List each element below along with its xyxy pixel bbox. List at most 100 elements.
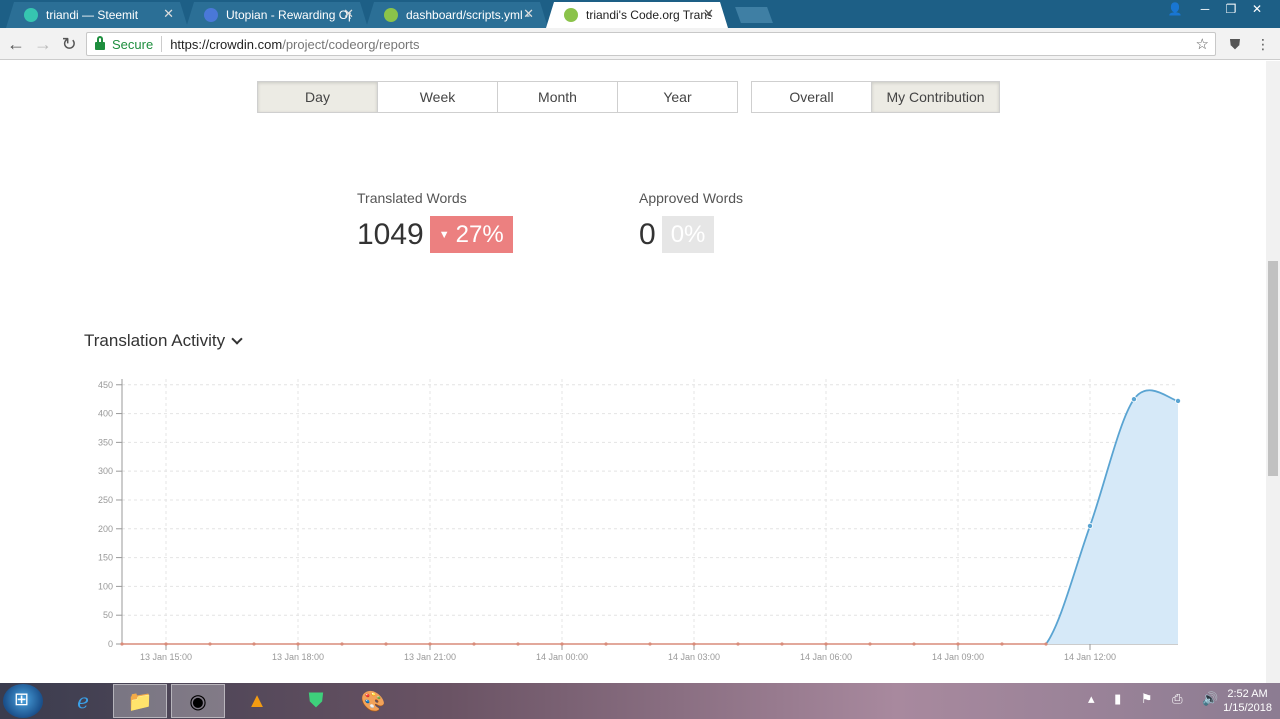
data-point (120, 642, 124, 646)
data-point (956, 642, 960, 646)
x-tick-label: 14 Jan 06:00 (800, 652, 852, 662)
close-icon[interactable]: ✕ (523, 6, 534, 22)
menu-icon[interactable]: ⋮ (1252, 33, 1274, 55)
change-badge: 0% (661, 216, 715, 253)
data-point (648, 642, 652, 646)
data-point (1044, 642, 1048, 646)
url-host: https://crowdin.com (170, 36, 283, 52)
close-icon[interactable]: ✕ (343, 6, 354, 22)
chevron-down-icon (231, 333, 243, 345)
week-button[interactable]: Week (377, 81, 498, 113)
data-point (516, 642, 520, 646)
data-point (164, 642, 168, 646)
overall-button[interactable]: Overall (751, 81, 872, 113)
url-path: /project/codeorg/reports (282, 36, 420, 52)
stat-value: 0 (639, 217, 656, 251)
chrome-icon[interactable]: ◉ (171, 684, 225, 718)
system-tray-icons[interactable]: ▴ ▮ ⚑ ⎙ 🔊 (1088, 691, 1226, 707)
data-point (296, 642, 300, 646)
tab-title: Utopian - Rewarding Op (226, 8, 351, 22)
my-contribution-button[interactable]: My Contribution (871, 81, 1000, 113)
tab-utopian[interactable]: Utopian - Rewarding Op ✕ (186, 2, 368, 28)
day-button[interactable]: Day (257, 81, 378, 113)
utopian-favicon-icon (204, 8, 218, 22)
minimize-icon[interactable]: ─ (1192, 0, 1218, 18)
data-point (384, 642, 388, 646)
x-tick-label: 13 Jan 21:00 (404, 652, 456, 662)
bookmark-star-icon[interactable]: ☆ (1196, 35, 1209, 53)
approved-words-stat: Approved Words 0 0% (639, 190, 743, 253)
vlc-icon[interactable]: ▲ (230, 684, 284, 718)
period-selector: Day Week Month Year (257, 81, 738, 113)
tab-title: triandi — Steemit (46, 8, 139, 22)
translation-activity-chart: 0 50 100 150 200 250 300 350 400 450 13 Jan 15:00 1… (98, 379, 1182, 662)
data-point (1131, 396, 1138, 403)
x-tick-label: 13 Jan 18:00 (272, 652, 324, 662)
y-tick-label: 50 (103, 610, 113, 620)
browser-tab-strip: triandi — Steemit ✕ Utopian - Rewarding … (0, 0, 1280, 28)
shield-app-icon[interactable]: ⛊ (289, 684, 343, 718)
paint-icon[interactable]: 🎨 (346, 684, 400, 718)
month-button[interactable]: Month (497, 81, 618, 113)
internet-explorer-icon[interactable]: ℯ (56, 684, 110, 718)
address-bar[interactable]: Secure https://crowdin.com/project/codeo… (86, 32, 1216, 56)
clock[interactable]: 2:52 AM 1/15/2018 (1223, 687, 1272, 715)
x-tick-label: 14 Jan 00:00 (536, 652, 588, 662)
y-tick-label: 150 (98, 553, 113, 563)
stat-label: Approved Words (639, 190, 744, 206)
y-tick-label: 450 (98, 380, 113, 390)
page-scrollbar[interactable] (1266, 61, 1280, 683)
data-point (692, 642, 696, 646)
data-point (868, 642, 872, 646)
scrollbar-thumb[interactable] (1268, 261, 1278, 476)
close-window-icon[interactable]: ✕ (1244, 0, 1270, 18)
data-point (472, 642, 476, 646)
year-button[interactable]: Year (617, 81, 738, 113)
forward-arrow-icon[interactable]: → (32, 33, 54, 55)
scope-selector: Overall My Contribution (751, 81, 1000, 113)
close-icon[interactable]: ✕ (703, 6, 714, 22)
y-tick-label: 100 (98, 581, 113, 591)
tab-steemit[interactable]: triandi — Steemit ✕ (6, 2, 188, 28)
x-tick-label: 14 Jan 09:00 (932, 652, 984, 662)
y-tick-label: 0 (108, 639, 113, 649)
report-page: Day Week Month Year Overall My Contribut… (0, 61, 1266, 683)
clock-date: 1/15/2018 (1223, 702, 1272, 714)
user-profile-icon[interactable]: 👤 (1162, 0, 1188, 18)
clock-time: 2:52 AM (1227, 688, 1268, 700)
change-value: 27% (455, 220, 504, 248)
data-point (560, 642, 564, 646)
browser-toolbar: ← → ↻ Secure https://crowdin.com/project… (0, 28, 1280, 60)
data-point (252, 642, 256, 646)
maximize-icon[interactable]: ❐ (1218, 0, 1244, 18)
data-point (604, 642, 608, 646)
shield-extension-icon[interactable]: ⛊ (1224, 33, 1246, 55)
x-tick-label: 14 Jan 12:00 (1064, 652, 1116, 662)
file-explorer-icon[interactable]: 📁 (113, 684, 167, 718)
data-point (1087, 522, 1094, 529)
translated-words-stat: Translated Words 1049 ▼ 27% (357, 190, 513, 253)
tab-codeorg-translation[interactable]: triandi's Code.org Transl ✕ (546, 2, 728, 28)
back-arrow-icon[interactable]: ← (5, 33, 27, 55)
close-icon[interactable]: ✕ (163, 6, 174, 22)
tab-title: triandi's Code.org Transl (586, 8, 711, 22)
data-point (736, 642, 740, 646)
stat-value: 1049 (357, 217, 424, 251)
data-point (780, 642, 784, 646)
data-point (340, 642, 344, 646)
new-tab-button[interactable] (735, 7, 773, 23)
y-tick-label: 200 (98, 524, 113, 534)
y-tick-label: 300 (98, 466, 113, 476)
data-point (208, 642, 212, 646)
start-button[interactable] (3, 684, 43, 718)
activity-area (1046, 390, 1178, 644)
x-tick-label: 14 Jan 03:00 (668, 652, 720, 662)
reload-icon[interactable]: ↻ (58, 33, 80, 55)
down-triangle-icon: ▼ (438, 228, 450, 241)
translation-activity-dropdown[interactable]: Translation Activity (84, 331, 243, 351)
tab-scripts-yml[interactable]: dashboard/scripts.yml - ( ✕ (366, 2, 548, 28)
y-tick-label: 400 (98, 409, 113, 419)
y-tick-label: 350 (98, 437, 113, 447)
data-point (912, 642, 916, 646)
y-tick-label: 250 (98, 495, 113, 505)
